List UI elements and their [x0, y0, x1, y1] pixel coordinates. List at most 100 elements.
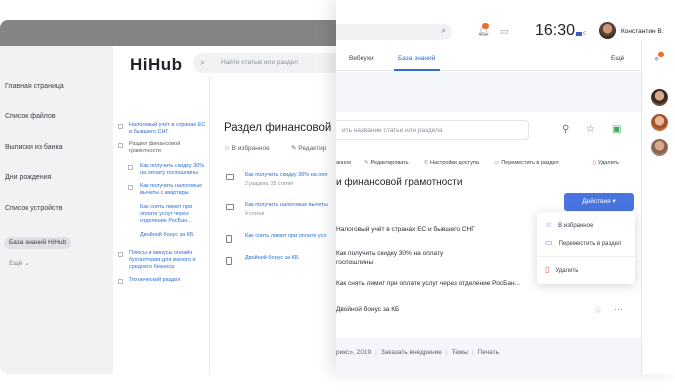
item-title[interactable]: Двойной бонус за КБ	[336, 305, 526, 314]
dropdown-item-label: Удалить	[555, 268, 579, 274]
divider: |	[445, 349, 448, 356]
sidebar-item-home[interactable]: Главная страница	[5, 83, 64, 90]
footer-copyright: рикс», 2019	[336, 349, 372, 356]
notification-icon[interactable]: ⌖	[654, 52, 664, 65]
back-search-input[interactable]: ⌕ Найти статью или раздел	[193, 53, 342, 73]
list-item[interactable]: Как получить скидку 30% на опл 2 раздела…	[226, 172, 342, 192]
back-window: Главная страница Список файлов Выписки и…	[0, 20, 342, 374]
sidebar-item-bank[interactable]: Выписки из банка	[5, 144, 63, 151]
toolbar-move[interactable]: ▭ Переместить в раздел	[494, 160, 559, 166]
user-name[interactable]: Константин В.	[621, 28, 664, 35]
toolbar-move-label: Переместить в раздел	[501, 160, 559, 166]
footer-link-print[interactable]: Печать	[478, 349, 499, 356]
list-item[interactable]: Как снять лимит при оплате усл	[226, 233, 342, 245]
notification-badge	[482, 23, 489, 29]
avatar[interactable]	[651, 139, 668, 156]
toolbar-favorite[interactable]: анное	[336, 160, 351, 166]
actions-button[interactable]: Действия ▾	[564, 193, 634, 211]
expand-icon[interactable]	[118, 124, 123, 129]
edit-button[interactable]: ✎ Редактир	[291, 144, 326, 152]
logo: HiHub	[130, 55, 183, 74]
back-search-placeholder: Найти статью или раздел	[221, 59, 298, 66]
item-title[interactable]: Как снять лимит при оплате усл	[245, 233, 327, 240]
tab-knowledge-base[interactable]: База знаний	[398, 55, 435, 62]
more-icon[interactable]: ···	[614, 304, 623, 314]
header-band	[336, 72, 641, 112]
sidebar-more[interactable]: Ещё ⌄	[9, 259, 30, 267]
search-icon: ⌕	[441, 26, 446, 35]
item-title[interactable]: Как получить налоговые вычеты	[245, 202, 328, 209]
dropdown-item-move[interactable]: ▭ Переместить в раздел	[545, 238, 621, 247]
sidebar-item-devices[interactable]: Список устройств	[5, 205, 62, 212]
pencil-icon: ✎	[364, 160, 369, 166]
collapse-icon[interactable]	[118, 143, 123, 148]
sidebar-item-files[interactable]: Список файлов	[5, 113, 56, 120]
expand-icon[interactable]	[128, 165, 133, 170]
bell-icon[interactable]: 🔔︎	[477, 23, 490, 37]
toolbar-access[interactable]: ⚲ Настройки доступа	[424, 160, 479, 166]
user-settings-icon[interactable]: ⚲	[562, 124, 569, 135]
item-title[interactable]: Как получить скидку 30% на оплату госпош…	[336, 249, 458, 267]
dropdown-item-favorite[interactable]: ☆ В избранное	[545, 220, 593, 229]
footer-link-order[interactable]: Заказать внедрение	[381, 349, 442, 356]
tree-item[interactable]: Технический раздел	[129, 277, 209, 284]
avatar[interactable]	[651, 89, 668, 106]
expand-icon[interactable]	[128, 185, 133, 190]
footer-links: рикс», 2019 | Заказать внедрение | Темы | Печа…	[336, 349, 499, 356]
divider	[537, 256, 635, 257]
tree-item[interactable]: Налоговый учёт в странах ЕС и бывшего СН…	[129, 122, 209, 136]
language-switch[interactable]: €	[576, 31, 586, 37]
tree-item[interactable]: Как снять лимит при оплате услуг через о…	[140, 204, 210, 225]
item-title[interactable]: Как снять лимит при оплате услуг через о…	[336, 279, 546, 288]
tree-item[interactable]: Как получить скидку 30% на оплату госпош…	[140, 163, 210, 177]
tree-item[interactable]: Как получить налоговые вычеты с квартиры	[140, 183, 210, 197]
add-file-icon[interactable]: ▣	[612, 124, 621, 135]
list-item[interactable]: Как получить налоговые вычеты 4 статьи	[226, 202, 342, 222]
expand-icon[interactable]	[118, 252, 123, 257]
chat-icon[interactable]: ▭	[500, 26, 509, 37]
page-title: и финансовой грамотности	[336, 177, 463, 188]
search-icon: ⌕	[200, 57, 206, 67]
section-tree: Налоговый учёт в странах ЕС и бывшего СН…	[113, 76, 210, 374]
item-title[interactable]: Двойной бонус за КБ	[245, 255, 299, 262]
sidebar: Главная страница Список файлов Выписки и…	[0, 46, 113, 374]
expand-icon[interactable]	[118, 279, 123, 284]
sidebar-item-knowledge-base[interactable]: База знаний HiHub	[4, 237, 72, 249]
avatar[interactable]	[599, 22, 616, 39]
toolbar-delete[interactable]: ▯ Удалить	[593, 160, 619, 166]
toolbar-delete-label: Удалить	[598, 160, 620, 166]
tab-webhooks[interactable]: Вебкухи	[349, 55, 374, 62]
star-icon[interactable]: ☆	[594, 305, 602, 316]
tree-item[interactable]: Двойной бонус за КБ	[140, 232, 210, 239]
header-search-input[interactable]: ⌕	[336, 24, 452, 40]
footer-link-themes[interactable]: Темы	[452, 349, 468, 356]
document-icon	[226, 235, 232, 243]
tab-bar: Вебкухи База знаний Ещё	[336, 49, 641, 71]
active-tab-indicator	[394, 69, 440, 71]
article-search-input[interactable]: ить название статьи или раздела	[336, 120, 529, 140]
edit-label: Редактир	[298, 145, 327, 152]
folder-icon: ▭	[494, 160, 500, 166]
toolbar-edit[interactable]: ✎ Редактировать	[364, 160, 409, 166]
dropdown-item-delete[interactable]: ▯ Удалить	[545, 265, 578, 274]
tree-item[interactable]: Раздел финансовой грамотности	[129, 141, 209, 155]
chevron-down-icon: ⌄	[24, 260, 30, 267]
tabs-more[interactable]: Ещё	[611, 55, 624, 62]
item-title[interactable]: Налоговый учёт в странах ЕС и бывшего СН…	[336, 225, 526, 234]
language-label: €	[583, 31, 586, 37]
divider: |	[471, 349, 474, 356]
list-item[interactable]: Двойной бонус за КБ	[226, 255, 342, 267]
section-title: Раздел финансовой	[224, 122, 332, 134]
sidebar-item-birthdays[interactable]: Дни рождения	[5, 174, 51, 181]
favorite-button[interactable]: ☆ В избранное	[224, 144, 270, 152]
star-icon: ☆	[545, 220, 553, 229]
star-icon[interactable]: ☆	[586, 124, 595, 135]
list-item[interactable]: Двойной бонус за КБ ☆ ···	[336, 304, 636, 317]
front-window: ⌕ 🔔︎ ▭ 16:30 € Константин В. Вебкухи Баз…	[336, 0, 675, 374]
pencil-icon: ✎	[291, 145, 297, 152]
item-title[interactable]: Как получить скидку 30% на опл	[245, 172, 328, 179]
access-icon: ⚲	[424, 160, 429, 166]
avatar[interactable]	[651, 114, 668, 131]
favorite-label: В избранное	[231, 145, 270, 152]
tree-item[interactable]: Плюсы и минусы онлайн бухгалтерии для ма…	[129, 250, 209, 271]
